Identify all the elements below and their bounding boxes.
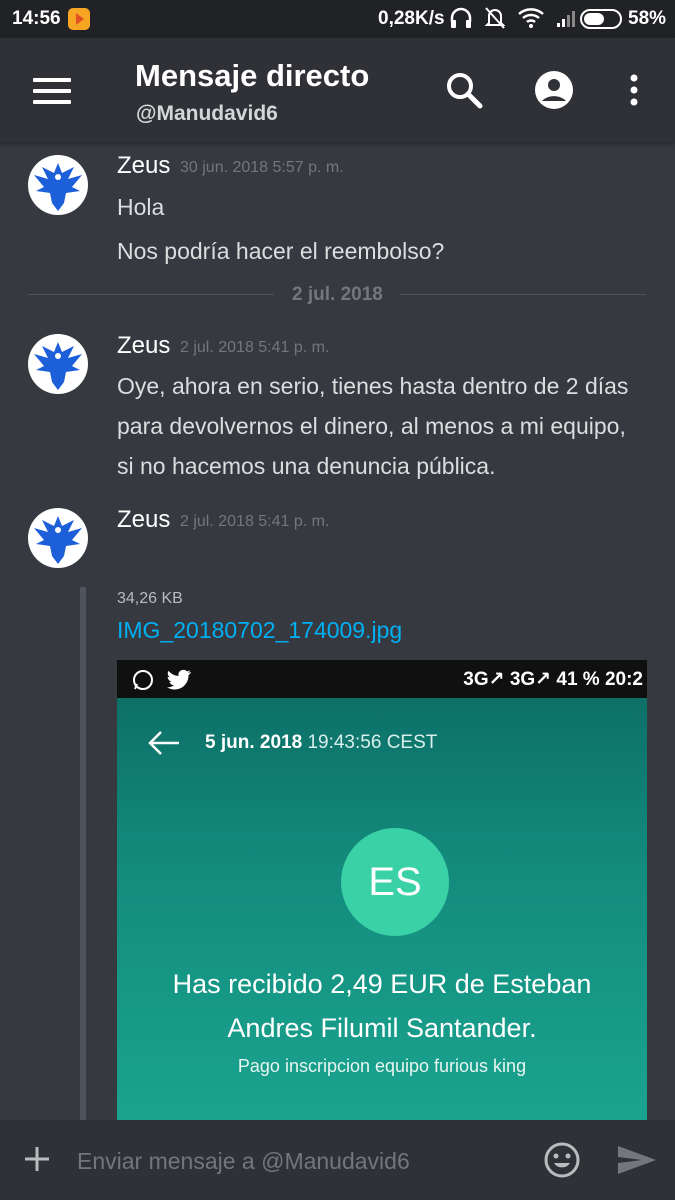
wifi-icon	[518, 8, 544, 28]
avatar[interactable]	[28, 508, 88, 568]
account-icon[interactable]	[534, 70, 574, 110]
battery-percent: 58%	[628, 8, 667, 29]
message-composer	[0, 1120, 675, 1200]
battery-icon	[580, 9, 622, 29]
message-author[interactable]: Zeus	[117, 332, 170, 360]
date-divider-line	[400, 294, 646, 295]
avatar[interactable]	[28, 155, 88, 215]
attachment-embed-bar	[80, 587, 86, 1120]
network-speed: 0,28K/s	[378, 8, 445, 29]
battery-fill	[584, 13, 604, 25]
message-text: si no hacemos una denuncia pública.	[117, 453, 496, 479]
attachment-size: 34,26 KB	[117, 590, 183, 607]
page-title: Mensaje directo	[135, 58, 370, 93]
received-text: Has recibido 2,49 EUR de Esteban Andres …	[117, 962, 647, 1050]
preview-status-text: 3G↗ 3G↗ 41 % 20:2	[463, 669, 643, 690]
back-arrow-icon	[148, 731, 179, 755]
search-icon[interactable]	[444, 70, 484, 110]
phoenix-avatar	[34, 342, 82, 390]
received-line: Andres Filumil Santander.	[227, 1013, 537, 1043]
attachment-image-preview[interactable]: 3G↗ 3G↗ 41 % 20:2 5 jun. 2018 19:43:56 C…	[117, 660, 647, 1120]
headphones-icon	[450, 7, 472, 28]
message-input[interactable]	[75, 1142, 519, 1180]
channel-username: @Manudavid6	[136, 102, 278, 125]
transfer-date-day: 5 jun. 2018	[205, 732, 303, 753]
status-time: 14:56	[12, 8, 61, 29]
message-timestamp: 2 jul. 2018 5:41 p. m.	[180, 339, 330, 356]
more-vert-icon[interactable]	[614, 70, 654, 110]
date-divider-line	[28, 294, 274, 295]
system-icons	[450, 6, 578, 30]
message-author[interactable]: Zeus	[117, 506, 170, 534]
message-timestamp: 2 jul. 2018 5:41 p. m.	[180, 513, 330, 530]
twitter-icon	[167, 669, 191, 690]
sender-initials: ES	[341, 828, 449, 936]
mute-bell-icon	[484, 7, 506, 29]
message-author[interactable]: Zeus	[117, 152, 170, 180]
message-text: Hola	[117, 194, 165, 220]
transfer-date: 5 jun. 2018 19:43:56 CEST	[205, 732, 437, 754]
received-line: Has recibido 2,49 EUR de Esteban	[172, 969, 592, 999]
app-header: Mensaje directo @Manudavid6	[0, 38, 675, 142]
play-app-icon	[68, 8, 90, 30]
transfer-date-time: 19:43:56 CEST	[307, 732, 438, 753]
payment-concept: Pago inscripcion equipo furious king	[237, 1056, 527, 1076]
date-divider: 2 jul. 2018	[292, 284, 383, 305]
message-text: para devolvernos el dinero, al menos a m…	[117, 413, 626, 439]
whatsapp-icon	[133, 670, 153, 690]
emoji-icon[interactable]	[544, 1142, 580, 1178]
message-text: Nos podría hacer el reembolso?	[117, 238, 445, 264]
plus-icon[interactable]	[24, 1146, 50, 1172]
send-icon[interactable]	[616, 1144, 658, 1176]
avatar[interactable]	[28, 334, 88, 394]
status-bar: 14:56 0,28K/s 58%	[0, 0, 675, 38]
menu-icon[interactable]	[33, 78, 71, 104]
message-text: Oye, ahora en serio, tienes hasta dentro…	[117, 373, 629, 399]
preview-status-bar: 3G↗ 3G↗ 41 % 20:2	[117, 660, 647, 698]
signal-icon	[557, 11, 575, 27]
phoenix-avatar	[34, 516, 82, 564]
message-timestamp: 30 jun. 2018 5:57 p. m.	[180, 159, 344, 176]
phoenix-avatar	[34, 163, 82, 211]
attachment-filename-link[interactable]: IMG_20180702_174009.jpg	[117, 617, 402, 644]
